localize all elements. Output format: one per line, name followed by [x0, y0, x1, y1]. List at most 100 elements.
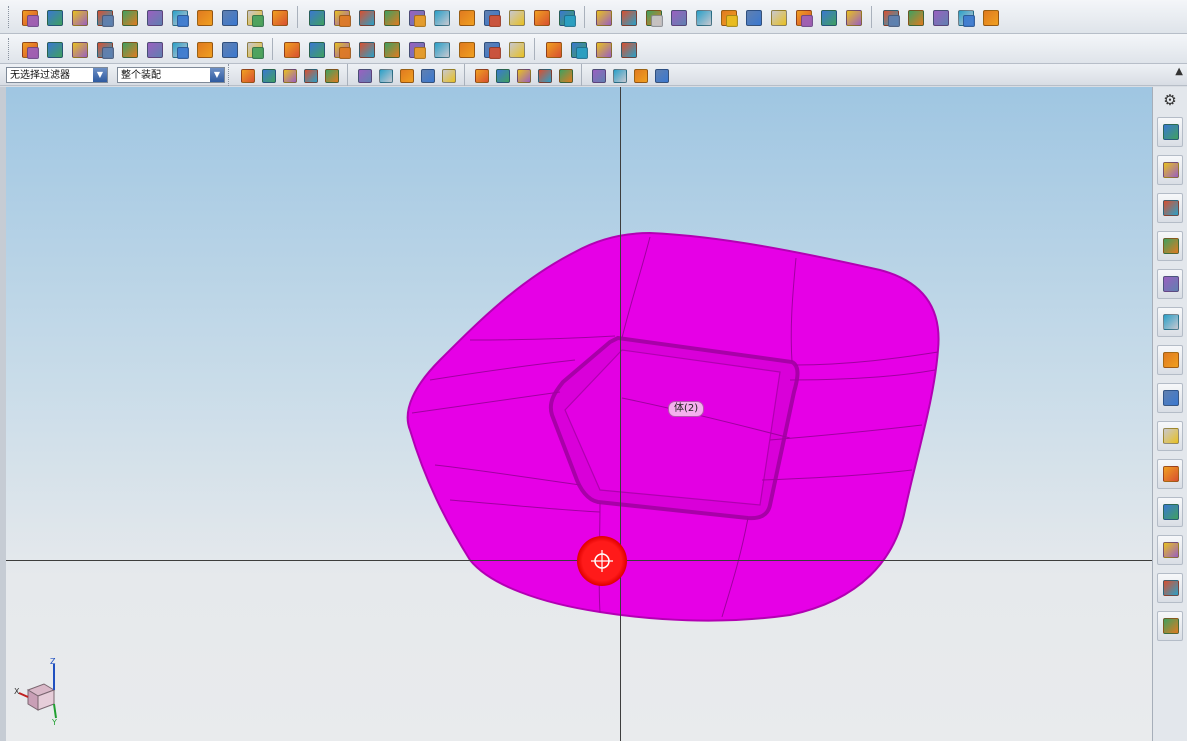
pyramid-icon[interactable]: [667, 6, 689, 28]
offset-curve-icon[interactable]: [405, 38, 427, 60]
mate-icon[interactable]: [93, 38, 115, 60]
intersect-snap-icon[interactable]: [493, 66, 511, 84]
shell-icon[interactable]: [642, 6, 664, 28]
template-icon[interactable]: [1157, 535, 1183, 565]
point-snap-icon[interactable]: [397, 66, 415, 84]
gear-sheet-icon[interactable]: [879, 6, 901, 28]
extend-curve-icon[interactable]: [567, 38, 589, 60]
bracket-icon[interactable]: [480, 6, 502, 28]
box-add-icon[interactable]: [305, 6, 327, 28]
shield-icon[interactable]: [68, 6, 90, 28]
new-file-icon[interactable]: [18, 6, 40, 28]
select-all-icon[interactable]: [238, 66, 256, 84]
sew-icon[interactable]: [243, 6, 265, 28]
wire-icon[interactable]: [355, 66, 373, 84]
clearance-icon[interactable]: [243, 38, 265, 60]
circle-snap-icon[interactable]: [535, 66, 553, 84]
midpoint-icon[interactable]: [439, 66, 457, 84]
tool-icon[interactable]: [929, 6, 951, 28]
intersect-curve-icon[interactable]: [455, 38, 477, 60]
chain-link-icon[interactable]: [954, 6, 976, 28]
torus-icon[interactable]: [118, 6, 140, 28]
wedge-icon[interactable]: [530, 6, 552, 28]
ribbon-icon[interactable]: [979, 6, 1001, 28]
graphics-viewport[interactable]: [6, 87, 1152, 741]
toolbar-grip[interactable]: [228, 63, 232, 86]
clock-icon[interactable]: [1157, 345, 1183, 375]
fillet-curve-icon[interactable]: [617, 38, 639, 60]
shade-icon[interactable]: [376, 66, 394, 84]
block-icon[interactable]: [43, 6, 65, 28]
fork-icon[interactable]: [268, 6, 290, 28]
cross-icon[interactable]: [556, 66, 574, 84]
plate-icon[interactable]: [168, 6, 190, 28]
project-curve-icon[interactable]: [430, 38, 452, 60]
part-navigator-icon[interactable]: [1157, 193, 1183, 223]
visualization-icon[interactable]: [1157, 383, 1183, 413]
process-icon[interactable]: [1157, 459, 1183, 489]
role-icon[interactable]: [1157, 421, 1183, 451]
curve-network-icon[interactable]: [480, 38, 502, 60]
gear-icon[interactable]: ⚙: [1163, 91, 1176, 109]
component-icon[interactable]: [18, 38, 40, 60]
tube-icon[interactable]: [380, 6, 402, 28]
lasso-icon[interactable]: [301, 66, 319, 84]
chevron-down-icon[interactable]: ▼: [93, 67, 107, 82]
solid-box-icon[interactable]: [592, 6, 614, 28]
fold-icon[interactable]: [430, 6, 452, 28]
cube-red-icon[interactable]: [692, 6, 714, 28]
part-body[interactable]: [6, 87, 1152, 741]
center-icon[interactable]: [514, 66, 532, 84]
sphere-view-icon[interactable]: [652, 66, 670, 84]
toolbar-grip[interactable]: [8, 5, 12, 28]
web-browser-icon[interactable]: [1157, 269, 1183, 299]
constraint-navigator-icon[interactable]: [1157, 155, 1183, 185]
wave-icon[interactable]: [218, 38, 240, 60]
chain-icon[interactable]: [218, 6, 240, 28]
history-icon[interactable]: [1157, 307, 1183, 337]
cylinder-icon[interactable]: [405, 6, 427, 28]
assembly-navigator-icon[interactable]: [1157, 117, 1183, 147]
box-intersect-icon[interactable]: [355, 6, 377, 28]
measure-icon[interactable]: [742, 6, 764, 28]
selection-filter-dropdown[interactable]: 无选择过滤器 ▼: [6, 66, 108, 83]
divide-curve-icon[interactable]: [592, 38, 614, 60]
toolbar-grip[interactable]: [8, 37, 12, 60]
array-icon[interactable]: [143, 38, 165, 60]
helix-icon[interactable]: [380, 38, 402, 60]
plane-icon[interactable]: [505, 6, 527, 28]
trim-curve-icon[interactable]: [542, 38, 564, 60]
layer-icon[interactable]: [631, 66, 649, 84]
sequence-icon[interactable]: [168, 38, 190, 60]
box-subtract-icon[interactable]: [330, 6, 352, 28]
toolbar-overflow-icon[interactable]: ▲: [1175, 66, 1183, 77]
split-body-icon[interactable]: [555, 6, 577, 28]
cone-icon[interactable]: [617, 6, 639, 28]
polygon-icon[interactable]: [355, 38, 377, 60]
quadrant-icon[interactable]: [610, 66, 628, 84]
system-icon[interactable]: [1157, 611, 1183, 641]
assembly-scope-dropdown[interactable]: 整个装配 ▼: [117, 66, 225, 83]
surface-b-icon[interactable]: [792, 6, 814, 28]
offset-icon[interactable]: [717, 6, 739, 28]
report-icon[interactable]: [1157, 573, 1183, 603]
replace-icon[interactable]: [68, 38, 90, 60]
surface-a-icon[interactable]: [767, 6, 789, 28]
surface-c-icon[interactable]: [817, 6, 839, 28]
endpoint-icon[interactable]: [418, 66, 436, 84]
arc-icon[interactable]: [305, 38, 327, 60]
chevron-down-icon[interactable]: ▼: [210, 67, 224, 82]
rect-select-icon[interactable]: [322, 66, 340, 84]
assembly-icon[interactable]: [43, 38, 65, 60]
snap-icon[interactable]: [280, 66, 298, 84]
blade-icon[interactable]: [455, 6, 477, 28]
spline-icon[interactable]: [330, 38, 352, 60]
cube-icon[interactable]: [93, 6, 115, 28]
curve-snap-icon[interactable]: [472, 66, 490, 84]
spring-icon[interactable]: [193, 6, 215, 28]
sphere-icon[interactable]: [143, 6, 165, 28]
reuse-library-icon[interactable]: [1157, 231, 1183, 261]
diamond-icon[interactable]: [904, 6, 926, 28]
line-icon[interactable]: [280, 38, 302, 60]
analysis-icon[interactable]: [1157, 497, 1183, 527]
